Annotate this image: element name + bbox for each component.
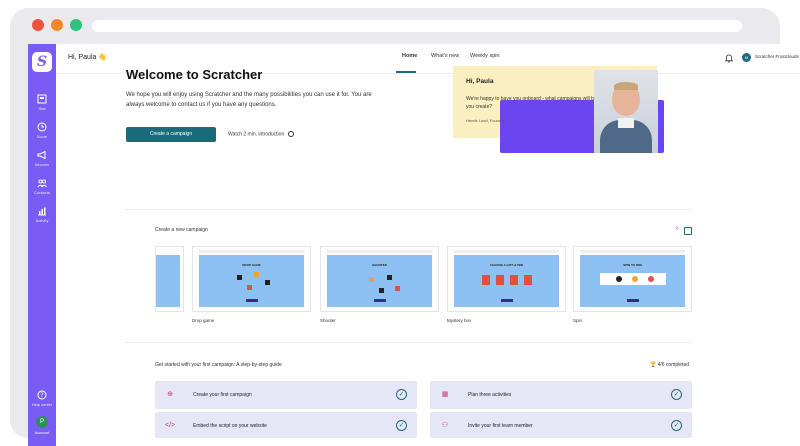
help-center-label: Help center bbox=[31, 402, 53, 407]
spin-item bbox=[616, 276, 622, 282]
campaign-label: Spin bbox=[573, 318, 583, 323]
welcome-card-signature: Henrik Lund, Founder bbox=[466, 118, 505, 123]
sidebar-item-inboxes[interactable]: Inboxes bbox=[28, 150, 56, 167]
account-label: Account bbox=[34, 430, 50, 435]
maximize-window-button[interactable] bbox=[70, 19, 82, 31]
game-piece bbox=[379, 288, 384, 293]
campaign-label: Shooter bbox=[320, 318, 336, 323]
code-icon: </> bbox=[165, 422, 176, 429]
scratcher-logo[interactable]: S bbox=[32, 52, 52, 72]
step-label: Plan three activities bbox=[468, 392, 512, 398]
guide-title: Get started with your first campaign: A … bbox=[155, 362, 282, 368]
gift-box bbox=[510, 275, 518, 285]
tab-weekly-spin[interactable]: Weekly spin bbox=[470, 53, 500, 59]
gift-box bbox=[496, 275, 504, 285]
welcome-text: We hope you will enjoy using Scratcher a… bbox=[126, 92, 372, 108]
game-piece bbox=[265, 280, 270, 285]
step-embed-script[interactable]: </> Embed the script on your website ✓ bbox=[155, 412, 417, 438]
campaigns-section-title: Create a new campaign bbox=[155, 227, 208, 233]
game-title: SHOOTER bbox=[372, 263, 387, 267]
founder-photo bbox=[594, 70, 658, 153]
sidebar-item-contacts[interactable]: Contacts bbox=[28, 178, 56, 195]
spin-item bbox=[632, 276, 638, 282]
minimize-window-button[interactable] bbox=[51, 19, 63, 31]
divider bbox=[126, 209, 692, 210]
play-icon bbox=[287, 131, 294, 137]
step-create-first-campaign[interactable]: ⊕ Create your first campaign ✓ bbox=[155, 381, 417, 409]
trophy-icon: 🏆 bbox=[650, 362, 657, 368]
game-piece bbox=[387, 275, 392, 280]
user-name[interactable]: Scratcher Frostclouds bbox=[755, 54, 799, 59]
watch-intro-label: Watch 2 min. introduction bbox=[228, 131, 285, 138]
game-piece bbox=[254, 272, 259, 277]
gift-box bbox=[524, 275, 532, 285]
clock-icon bbox=[37, 122, 47, 132]
create-campaign-button[interactable]: Create a campaign bbox=[126, 127, 216, 142]
sidebar: S Stat Score Inboxes Contacts Activity ?… bbox=[28, 44, 56, 446]
game-piece bbox=[369, 277, 374, 282]
account-avatar[interactable]: P bbox=[36, 416, 48, 428]
page-frame: S Stat Score Inboxes Contacts Activity ?… bbox=[0, 0, 800, 446]
bell-icon[interactable] bbox=[724, 53, 734, 63]
divider bbox=[126, 342, 692, 343]
check-icon: ✓ bbox=[671, 420, 682, 431]
game-piece bbox=[247, 285, 252, 290]
carousel-prev-button[interactable]: ‹ bbox=[676, 226, 678, 232]
campaign-card-spin[interactable]: SPIN TO WIN bbox=[573, 246, 692, 312]
address-bar[interactable] bbox=[92, 20, 742, 32]
campaign-card-partial[interactable] bbox=[155, 246, 184, 312]
user-avatar[interactable]: M bbox=[742, 53, 751, 62]
gift-box bbox=[482, 275, 490, 285]
check-icon: ✓ bbox=[671, 389, 682, 400]
check-icon: ✓ bbox=[396, 389, 407, 400]
check-icon: ✓ bbox=[396, 420, 407, 431]
greeting: Hi, Paula 👋 bbox=[68, 54, 108, 61]
game-title: CHOOSE A GIFT & WIN bbox=[489, 263, 524, 267]
plus-circle-icon: ⊕ bbox=[167, 391, 173, 398]
sidebar-item-label: Score bbox=[36, 134, 48, 139]
tab-home[interactable]: Home bbox=[402, 53, 417, 59]
campaign-card-drop-game[interactable]: DROP GAME bbox=[192, 246, 311, 312]
game-piece bbox=[395, 286, 400, 291]
close-window-button[interactable] bbox=[32, 19, 44, 31]
svg-text:?: ? bbox=[40, 392, 43, 399]
guide-progress-label: 4/6 completed bbox=[657, 362, 690, 368]
active-tab-indicator bbox=[396, 71, 416, 73]
sidebar-item-label: Contacts bbox=[34, 190, 50, 195]
chart-icon bbox=[38, 207, 46, 216]
megaphone-icon bbox=[37, 150, 46, 160]
sidebar-item-label: Inboxes bbox=[34, 162, 49, 167]
step-label: Create your first campaign bbox=[193, 392, 252, 398]
calendar-icon: ▦ bbox=[441, 391, 449, 398]
sidebar-item-activity[interactable]: Activity bbox=[28, 206, 56, 223]
campaign-card-mystery-box[interactable]: CHOOSE A GIFT & WIN bbox=[447, 246, 566, 312]
step-label: Embed the script on your website bbox=[193, 423, 267, 429]
game-title: DROP GAME bbox=[242, 263, 261, 267]
sidebar-item-score[interactable]: Score bbox=[28, 122, 56, 139]
sidebar-item-label: Stat bbox=[38, 106, 46, 111]
game-piece bbox=[237, 275, 242, 280]
dashboard-icon bbox=[37, 94, 47, 104]
step-invite-team-member[interactable]: ⚇ Invite your first team member ✓ bbox=[430, 412, 692, 438]
campaign-label: Drop game bbox=[192, 318, 215, 323]
page-title: Welcome to Scratcher bbox=[126, 67, 263, 82]
game-title: SPIN TO WIN bbox=[623, 263, 642, 267]
tab-whats-new[interactable]: What's new bbox=[431, 53, 459, 59]
sidebar-item-stat[interactable]: Stat bbox=[28, 94, 56, 111]
campaign-label: Mystery box bbox=[447, 318, 472, 323]
carousel-next-button[interactable] bbox=[684, 227, 692, 235]
team-icon: ⚇ bbox=[441, 422, 449, 429]
guide-progress: 🏆 4/6 completed bbox=[650, 362, 689, 368]
spin-item bbox=[648, 276, 654, 282]
step-plan-three-activities[interactable]: ▦ Plan three activities ✓ bbox=[430, 381, 692, 409]
watch-intro-link[interactable]: Watch 2 min. introduction bbox=[228, 131, 294, 137]
help-icon: ? bbox=[37, 390, 47, 400]
welcome-card-greeting: Hi, Paula bbox=[466, 78, 494, 85]
campaign-card-shooter[interactable]: SHOOTER bbox=[320, 246, 439, 312]
step-label: Invite your first team member bbox=[468, 423, 533, 429]
help-center-button[interactable]: ? Help center bbox=[28, 390, 56, 407]
sidebar-item-label: Activity bbox=[35, 218, 49, 223]
people-icon bbox=[37, 179, 47, 188]
